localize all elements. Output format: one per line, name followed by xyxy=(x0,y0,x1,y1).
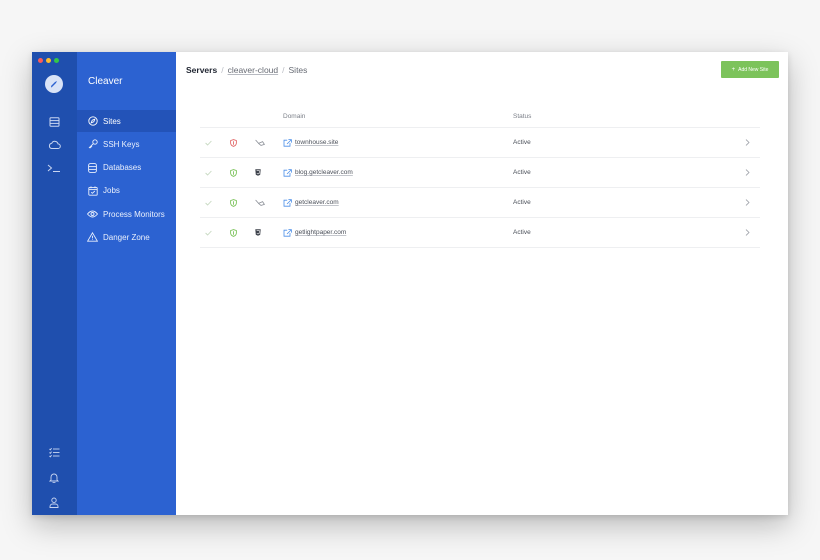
breadcrumb-current: Sites xyxy=(288,65,308,75)
cleaver-logo-icon[interactable] xyxy=(45,75,63,93)
nav-item-label: SSH Keys xyxy=(103,139,140,149)
site-status: Active xyxy=(513,139,531,146)
check-icon xyxy=(205,188,212,217)
table-row[interactable]: blog.getcleaver.com Active xyxy=(200,158,760,188)
nav-item-danger-zone[interactable]: Danger Zone xyxy=(77,226,176,248)
chevron-right-icon[interactable] xyxy=(745,188,750,217)
nav-item-ssh-keys[interactable]: SSH Keys xyxy=(77,133,176,155)
nav-item-jobs[interactable]: Jobs xyxy=(77,180,176,202)
site-status: Active xyxy=(513,229,531,236)
shield-secure-icon xyxy=(230,158,237,187)
nav-item-label: Databases xyxy=(103,163,142,173)
external-link-icon xyxy=(283,168,292,177)
table-header: Domain Status xyxy=(200,109,760,128)
site-status: Active xyxy=(513,199,531,206)
breadcrumb-separator: / xyxy=(221,65,224,75)
shield-secure-icon xyxy=(230,218,237,247)
breadcrumb-servers[interactable]: Servers xyxy=(186,65,217,75)
bell-icon[interactable] xyxy=(46,470,62,484)
breadcrumb-separator: / xyxy=(282,65,285,75)
app-window: Cleaver Sites SSH Keys Databases Jobs Pr… xyxy=(32,52,788,515)
checklist-icon[interactable] xyxy=(46,445,62,459)
html5-icon xyxy=(255,158,261,187)
check-icon xyxy=(205,128,212,157)
column-header-status: Status xyxy=(513,113,532,120)
nav-item-label: Jobs xyxy=(103,186,120,196)
site-domain-link[interactable]: getlightpaper.com xyxy=(295,229,346,236)
plus-icon: + xyxy=(731,66,736,73)
user-icon[interactable] xyxy=(46,495,62,509)
check-icon xyxy=(205,158,212,187)
nav-item-label: Sites xyxy=(103,116,121,126)
icon-rail xyxy=(32,52,77,515)
table-row[interactable]: getcleaver.com Active xyxy=(200,188,760,218)
external-link-icon xyxy=(283,138,292,147)
add-new-site-button[interactable]: + Add New Site xyxy=(721,61,779,78)
chevron-right-icon[interactable] xyxy=(745,218,750,247)
site-domain-link[interactable]: townhouse.site xyxy=(295,139,338,146)
shield-insecure-icon xyxy=(230,128,237,157)
nav-item-sites[interactable]: Sites xyxy=(77,110,176,132)
minimize-window-button[interactable] xyxy=(46,58,51,63)
site-domain-link[interactable]: getcleaver.com xyxy=(295,199,339,206)
column-header-domain: Domain xyxy=(283,113,306,120)
server-nav-sidebar: Cleaver Sites SSH Keys Databases Jobs Pr… xyxy=(77,52,176,515)
chevron-right-icon[interactable] xyxy=(745,128,750,157)
site-domain-link[interactable]: blog.getcleaver.com xyxy=(295,169,353,176)
nav-item-databases[interactable]: Databases xyxy=(77,157,176,179)
calendar-icon xyxy=(87,185,98,196)
site-status: Active xyxy=(513,169,531,176)
nav-item-process-monitors[interactable]: Process Monitors xyxy=(77,203,176,225)
maximize-window-button[interactable] xyxy=(54,58,59,63)
compass-icon xyxy=(87,116,98,127)
sites-table: Domain Status townhouse.site Active blog… xyxy=(200,109,760,248)
breadcrumb: Servers / cleaver-cloud / Sites xyxy=(186,65,307,75)
html5-icon xyxy=(255,218,261,247)
shield-secure-icon xyxy=(230,188,237,217)
eye-icon xyxy=(87,209,98,220)
terminal-icon[interactable] xyxy=(46,161,62,175)
app-title: Cleaver xyxy=(88,76,123,87)
main-content: Servers / cleaver-cloud / Sites + Add New Si… xyxy=(176,52,788,515)
warning-icon xyxy=(87,232,98,243)
chevron-right-icon[interactable] xyxy=(745,158,750,187)
servers-icon[interactable] xyxy=(46,115,62,129)
breadcrumb-server-link[interactable]: cleaver-cloud xyxy=(228,65,279,75)
trowel-icon xyxy=(255,188,265,217)
table-row[interactable]: townhouse.site Active xyxy=(200,128,760,158)
nav-list: Sites SSH Keys Databases Jobs Process Mo… xyxy=(77,110,176,250)
database-icon xyxy=(87,162,98,173)
nav-item-label: Danger Zone xyxy=(103,232,150,242)
cloud-icon[interactable] xyxy=(46,138,62,152)
table-row[interactable]: getlightpaper.com Active xyxy=(200,218,760,248)
add-new-site-label: Add New Site xyxy=(738,66,769,73)
check-icon xyxy=(205,218,212,247)
nav-item-label: Process Monitors xyxy=(103,209,165,219)
window-controls xyxy=(38,58,59,63)
key-icon xyxy=(87,139,98,150)
close-window-button[interactable] xyxy=(38,58,43,63)
external-link-icon xyxy=(283,198,292,207)
trowel-icon xyxy=(255,128,265,157)
external-link-icon xyxy=(283,228,292,237)
